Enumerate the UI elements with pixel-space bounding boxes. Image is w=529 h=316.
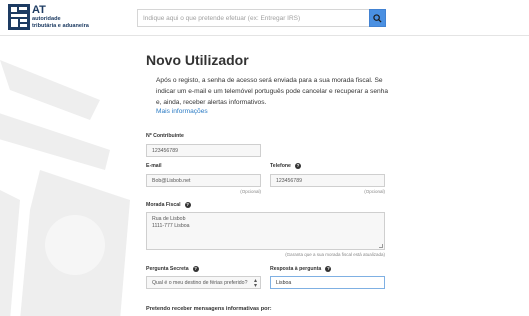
search-icon [373, 13, 382, 23]
phone-label-text: Telefone [270, 163, 291, 169]
brand-line-1: autoridade [32, 16, 61, 22]
at-watermark-emblem [0, 60, 130, 316]
answer-field[interactable]: Lisboa [270, 276, 385, 289]
answer-label: Resposta à pergunta? [270, 266, 332, 272]
email-value: Bob@Lisbob.net [152, 177, 191, 184]
resize-handle-icon[interactable] [379, 244, 383, 248]
question-help-icon[interactable]: ? [192, 266, 199, 272]
address-value: Rua de Lisbob 1111-777 Lisboa [152, 216, 190, 229]
search-button[interactable] [369, 9, 386, 27]
answer-label-text: Resposta à pergunta [270, 266, 322, 272]
answer-help-icon[interactable]: ? [325, 266, 332, 272]
select-arrows-icon: ▴ ▾ [253, 278, 257, 289]
search-input[interactable] [137, 9, 369, 27]
registration-form-section: Novo Utilizador Após o registo, a senha … [146, 52, 391, 115]
nif-label-text: Nº Contribuinte [146, 133, 184, 139]
question-value: Qual é o meu destino de férias preferido… [152, 279, 248, 286]
address-label-text: Morada Fiscal [146, 202, 181, 208]
phone-label: Telefone? [270, 163, 301, 169]
at-logo-icon[interactable] [8, 4, 30, 30]
phone-field[interactable]: 123456789 [270, 174, 385, 187]
question-label: Pergunta Secreta? [146, 266, 199, 272]
phone-value: 123456789 [276, 177, 302, 184]
nif-value: 123456789 [152, 147, 178, 154]
brand-short: AT [32, 4, 46, 16]
question-label-text: Pergunta Secreta [146, 266, 189, 272]
page-title: Novo Utilizador [146, 52, 249, 68]
messages-section-label: Pretendo receber mensagens informativas … [146, 306, 272, 312]
email-label: E-mail [146, 163, 162, 169]
nif-label: Nº Contribuinte [146, 133, 184, 139]
email-field[interactable]: Bob@Lisbob.net [146, 174, 261, 187]
nif-field[interactable]: 123456789 [146, 144, 261, 157]
more-info-link[interactable]: Mais informações [156, 108, 391, 115]
brand-line-2: tributária e aduaneira [32, 22, 89, 29]
address-note: (Garanta que a sua morada fiscal está at… [285, 252, 385, 257]
question-select[interactable]: Qual é o meu destino de férias preferido… [146, 276, 261, 289]
site-header: AT autoridade tributária e aduaneira [0, 0, 529, 36]
address-label: Morada Fiscal? [146, 202, 191, 208]
email-label-text: E-mail [146, 163, 162, 169]
brand-name[interactable]: AT autoridade tributária e aduaneira [32, 5, 89, 29]
phone-optional-note: (Opcional) [364, 189, 385, 194]
intro-text: Após o registo, a senha de acesso será e… [156, 77, 389, 106]
email-optional-note: (Opcional) [240, 189, 261, 194]
answer-value: Lisboa [276, 279, 292, 286]
phone-help-icon[interactable]: ? [294, 163, 301, 169]
address-textarea[interactable]: Rua de Lisbob 1111-777 Lisboa [146, 212, 385, 250]
address-help-icon[interactable]: ? [184, 202, 191, 208]
